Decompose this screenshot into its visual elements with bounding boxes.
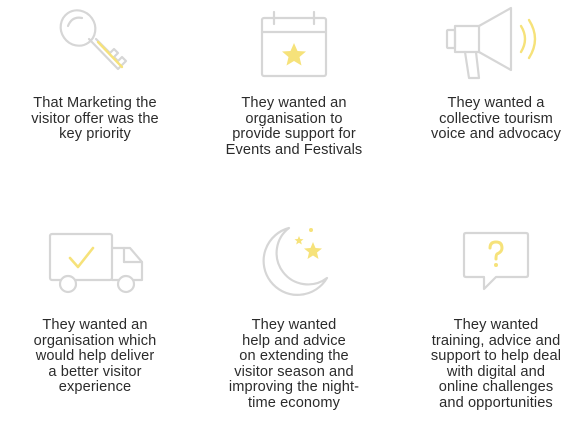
key-icon [56, 6, 134, 80]
card-caption: They wanted a collective tourism voice a… [431, 95, 561, 143]
card-caption: They wanted an organisation to provide s… [225, 95, 363, 158]
megaphone-icon [445, 4, 545, 82]
question-bubble-icon [462, 231, 530, 293]
moon-stars-icon [255, 222, 335, 298]
card-caption: They wanted an organisation which would … [33, 317, 157, 396]
card-caption: They wanted help and advice on extending… [228, 317, 360, 411]
delivery-truck-icon [48, 232, 148, 296]
card-caption: They wanted training, advice and support… [430, 317, 562, 411]
calendar-star-icon [260, 10, 328, 80]
card-caption: That Marketing the visitor offer was the… [31, 95, 159, 143]
